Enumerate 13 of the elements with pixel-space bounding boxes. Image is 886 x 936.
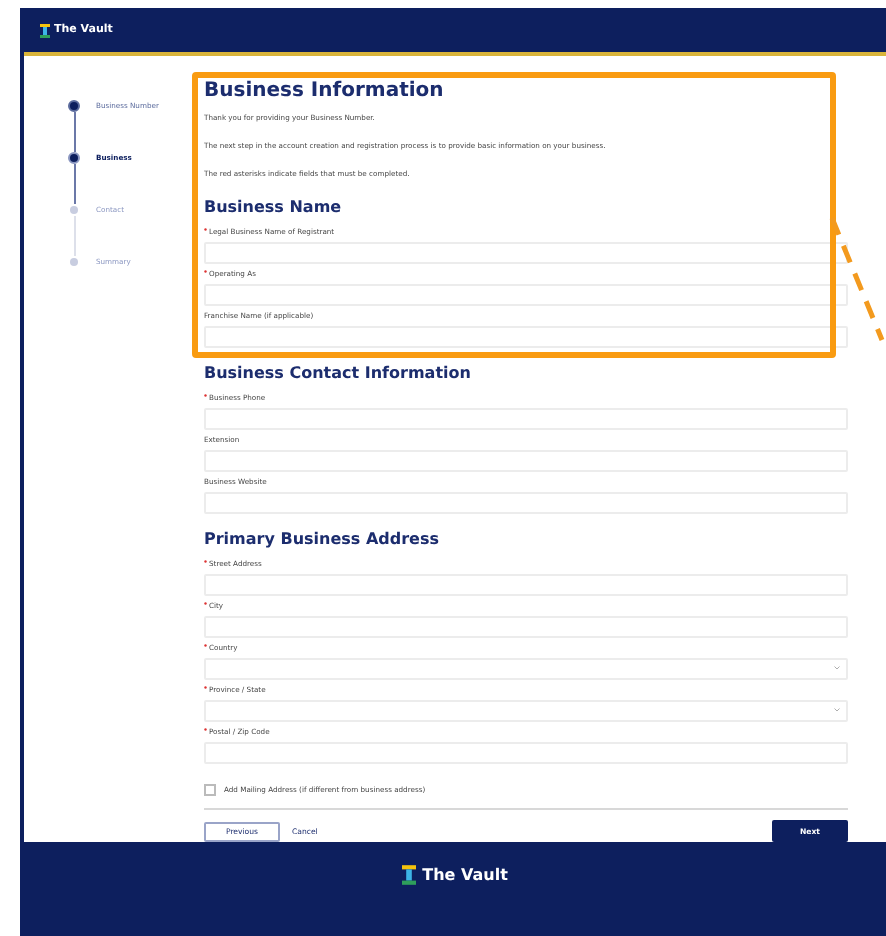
section-heading: Business Name <box>204 198 344 218</box>
page-title: Business Information <box>204 80 446 104</box>
input-field[interactable] <box>204 284 848 306</box>
section-heading: Business Contact Information <box>204 364 473 384</box>
input-field[interactable] <box>204 242 848 264</box>
checkbox[interactable] <box>204 784 216 796</box>
dropdown-field[interactable] <box>204 658 848 680</box>
logo-icon <box>40 23 50 37</box>
dropdown-field[interactable] <box>204 700 848 722</box>
brand-name: The Vault <box>422 864 508 886</box>
section-heading: Primary Business Address <box>204 530 441 550</box>
logo-icon <box>402 864 417 886</box>
input-field[interactable] <box>204 326 848 348</box>
